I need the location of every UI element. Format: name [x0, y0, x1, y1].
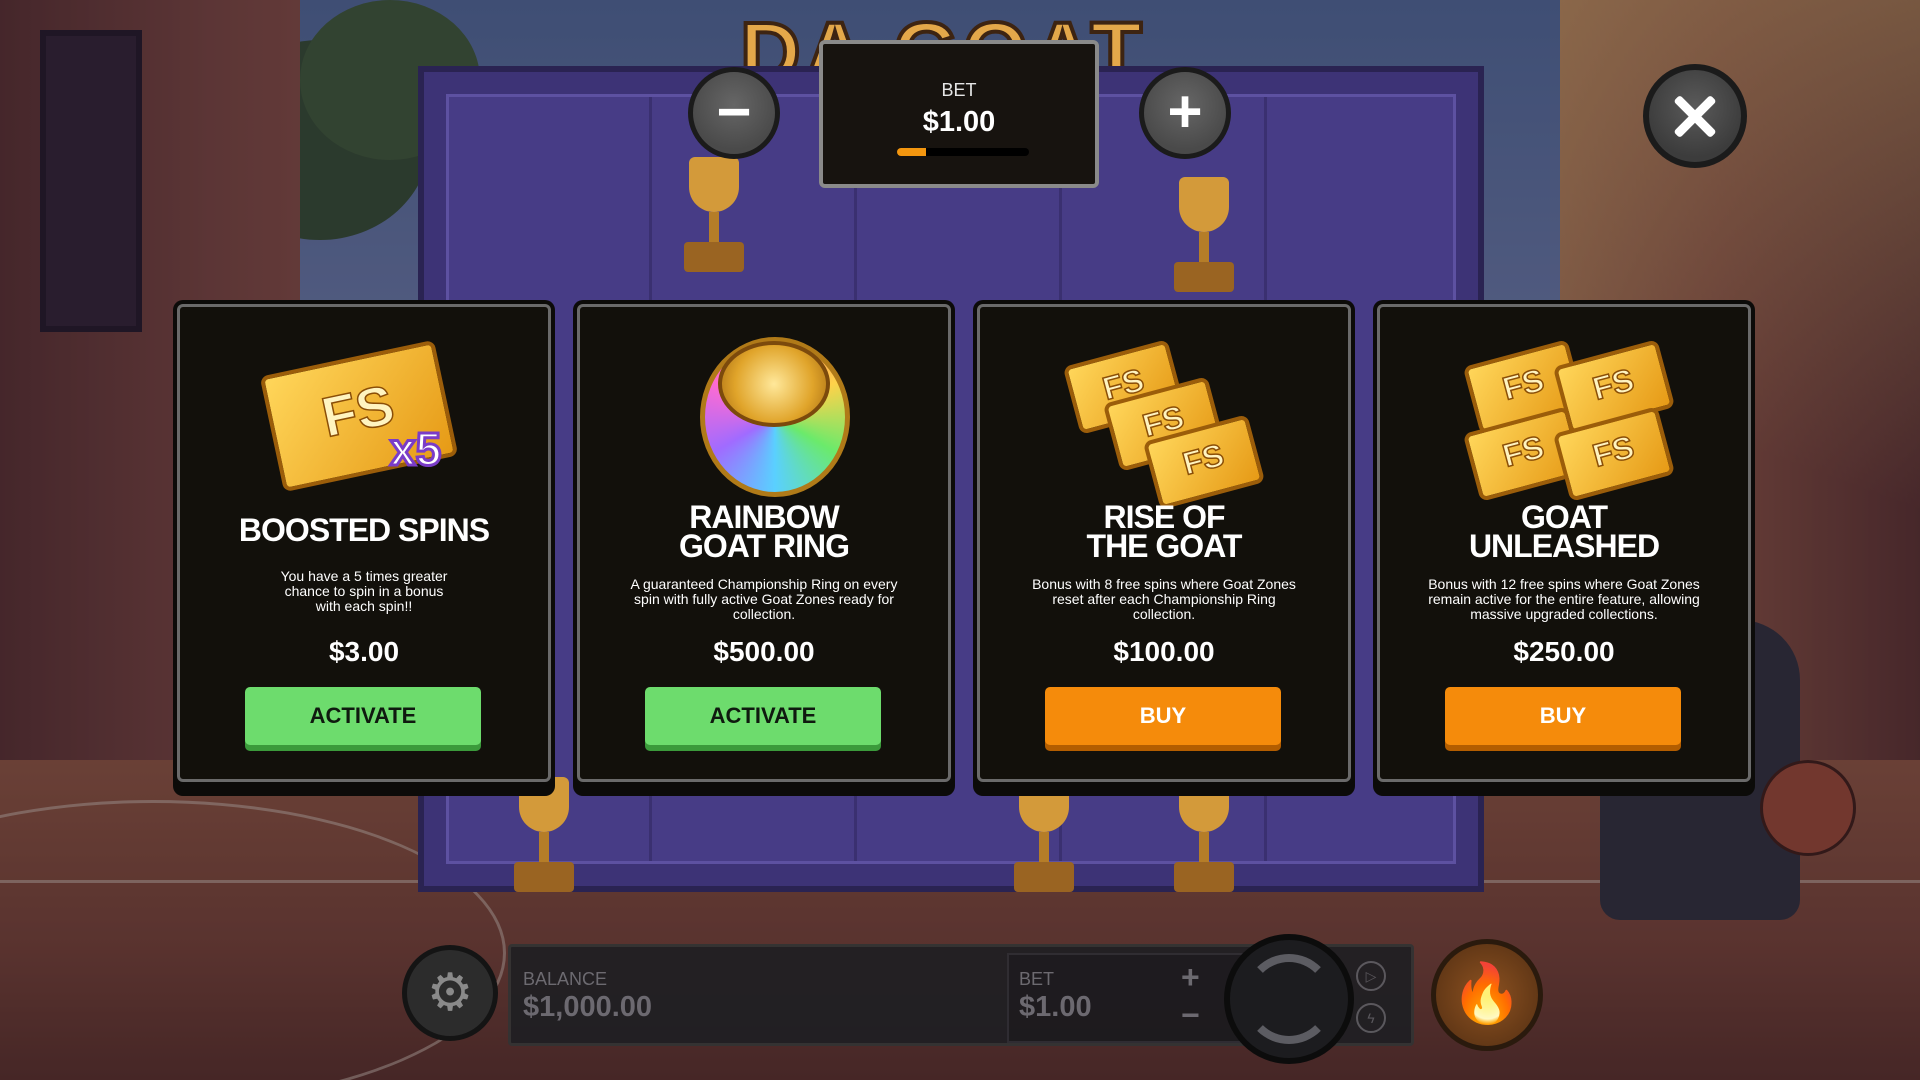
spin-icon	[1244, 954, 1334, 1044]
buy-button[interactable]: BUY	[1445, 687, 1681, 745]
close-button[interactable]	[1643, 64, 1747, 168]
ring-top	[718, 341, 830, 427]
bet-label: BET	[941, 80, 977, 100]
bet-level-bar	[897, 148, 1029, 156]
bet-value: $1.00	[922, 106, 996, 138]
feature-title: RAINBOW GOAT RING	[679, 499, 850, 564]
free-spins-tickets-icon: FS FS FS FS	[1440, 327, 1688, 502]
feature-title: BOOSTED SPINS	[238, 512, 490, 548]
spin-button[interactable]	[1224, 934, 1354, 1064]
feature-card-rise-of-the-goat: FS FS FS RISE OF THE GOAT Bonus with 8 f…	[977, 304, 1351, 782]
feature-description: Bonus with 8 free spins where Goat Zones…	[1032, 576, 1296, 622]
multiplier-badge: x5	[388, 422, 442, 477]
bottom-bet-plus-button[interactable]: +	[1181, 959, 1200, 996]
minus-icon: −	[716, 78, 752, 145]
bottom-bet-label: BET	[1019, 969, 1055, 989]
bet-level-fill	[897, 148, 927, 156]
gear-icon: ⚙	[426, 964, 474, 1022]
feature-card-goat-unleashed: FS FS FS FS GOAT UNLEASHED Bonus with 12…	[1377, 304, 1751, 782]
activate-button[interactable]: ACTIVATE	[245, 687, 481, 745]
balance-value: $1,000.00	[523, 991, 653, 1023]
bet-increase-button[interactable]: +	[1139, 67, 1231, 159]
autoplay-button[interactable]: ▷	[1356, 961, 1386, 991]
buy-feature-button[interactable]: 🔥	[1431, 939, 1543, 1051]
feature-price: $250.00	[1513, 636, 1615, 667]
trophy-symbol	[679, 157, 749, 277]
bottom-bet-minus-button[interactable]: −	[1181, 997, 1200, 1034]
bet-decrease-button[interactable]: −	[688, 67, 780, 159]
feature-title: GOAT UNLEASHED	[1468, 499, 1660, 564]
boosted-spins-icon: FS x5	[240, 327, 488, 497]
rainbow-ring-icon	[640, 327, 888, 497]
bottom-bet-panel: BET $1.00 + −	[1007, 953, 1247, 1043]
feature-price: $100.00	[1113, 636, 1215, 667]
fire-icon: 🔥	[1450, 961, 1524, 1026]
trophy-symbol	[1169, 777, 1239, 897]
trophy-symbol	[509, 777, 579, 897]
feature-card-rainbow-goat-ring: RAINBOW GOAT RING A guaranteed Champions…	[577, 304, 951, 782]
feature-description: Bonus with 12 free spins where Goat Zone…	[1428, 576, 1700, 622]
feature-description: A guaranteed Championship Ring on every …	[630, 576, 898, 622]
balance-label: BALANCE	[523, 969, 608, 989]
plus-icon: +	[1167, 78, 1203, 145]
feature-title: RISE OF THE GOAT	[1086, 499, 1243, 564]
feature-price: $500.00	[713, 636, 815, 667]
trophy-symbol	[1169, 177, 1239, 297]
turbo-button[interactable]: ϟ	[1356, 1003, 1386, 1033]
bet-panel: BET $1.00	[819, 40, 1099, 188]
bottom-bet-value: $1.00	[1019, 991, 1092, 1023]
buy-button[interactable]: BUY	[1045, 687, 1281, 745]
activate-button[interactable]: ACTIVATE	[645, 687, 881, 745]
trophy-symbol	[1009, 777, 1079, 897]
free-spins-tickets-icon: FS FS FS	[1040, 327, 1288, 510]
feature-price: $3.00	[328, 636, 400, 667]
settings-button[interactable]: ⚙	[402, 945, 498, 1041]
feature-description: You have a 5 times greater chance to spi…	[280, 568, 448, 614]
feature-card-boosted-spins: FS x5 BOOSTED SPINS You have a 5 times g…	[177, 304, 551, 782]
